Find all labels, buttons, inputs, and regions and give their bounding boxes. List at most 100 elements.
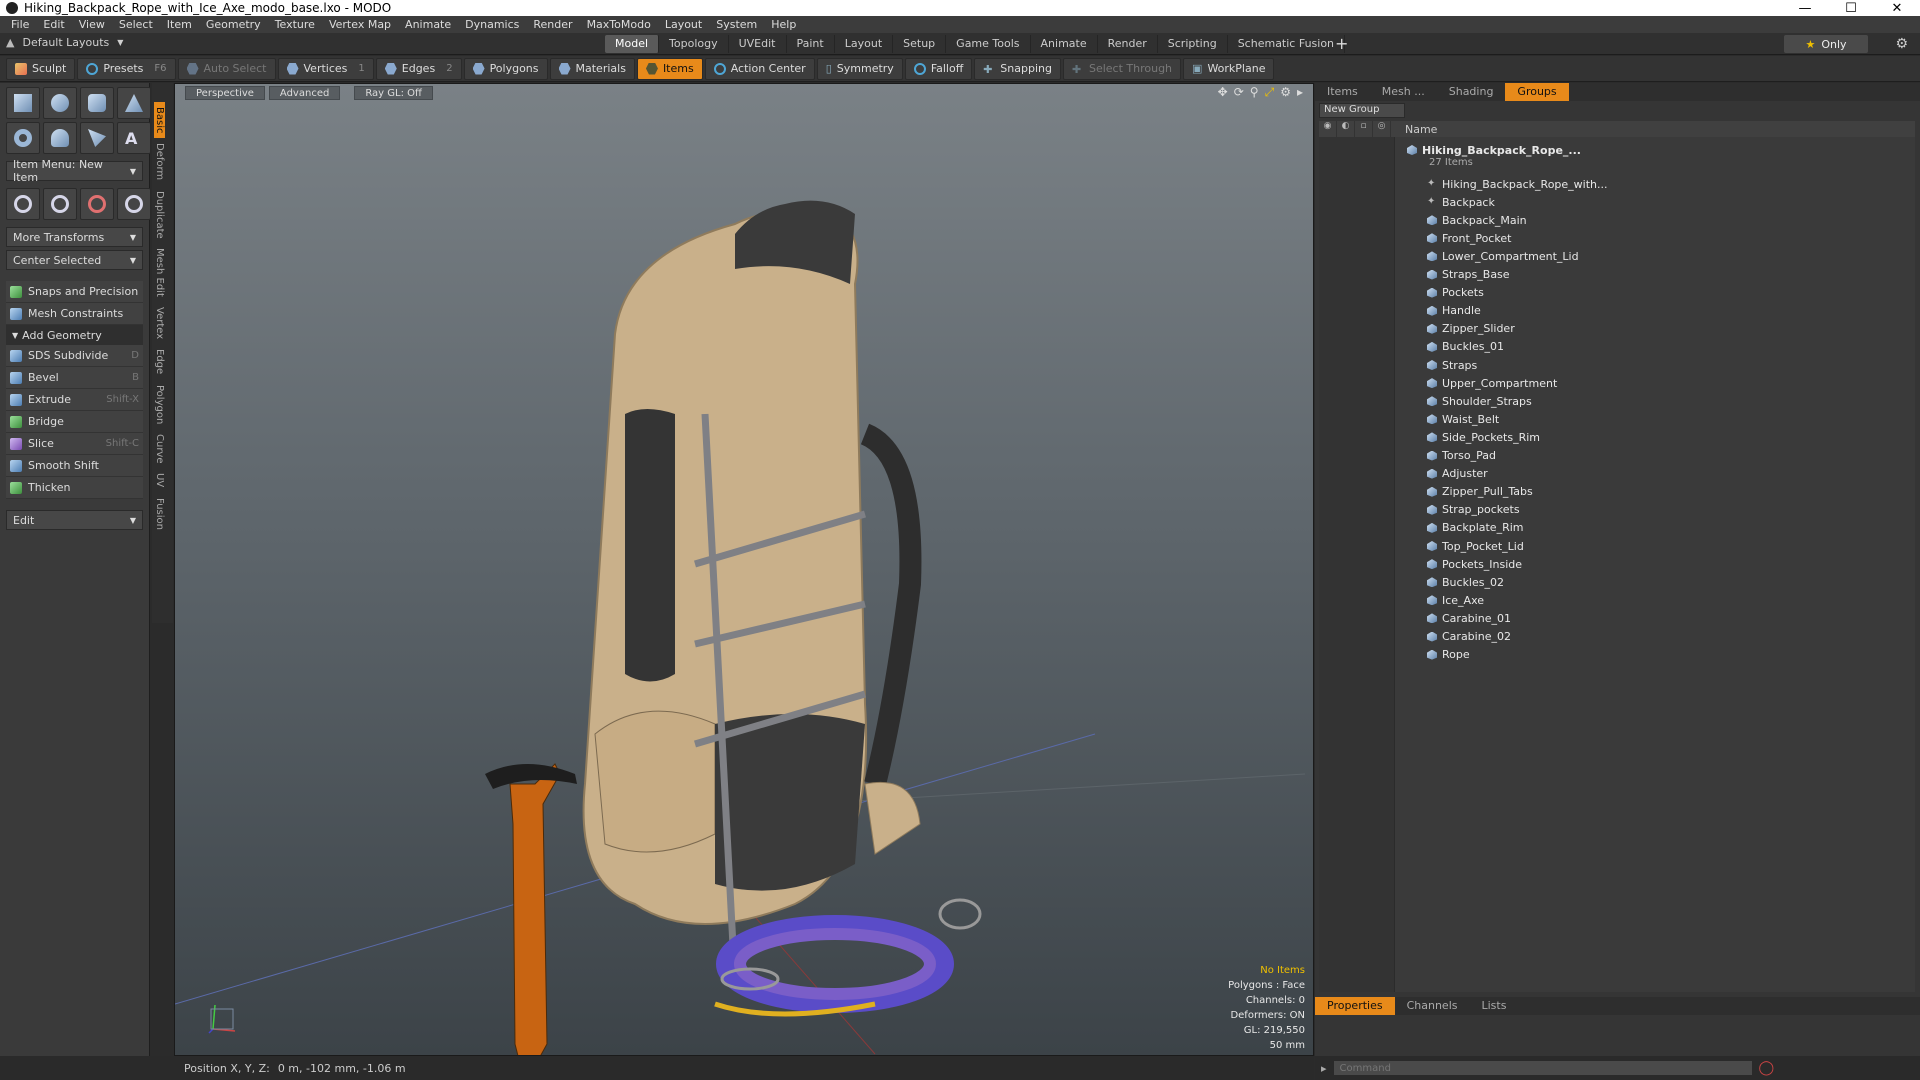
tree-item[interactable]: Buckles_02 [1427, 573, 1504, 591]
vertical-tab-edge[interactable]: Edge [154, 344, 165, 379]
new-group-button[interactable]: New Group [1319, 103, 1405, 118]
select-column-icon[interactable]: ◎ [1373, 121, 1391, 137]
move-tool-button[interactable] [6, 188, 40, 220]
menu-item-render[interactable]: Render [526, 18, 579, 31]
center-selected-dropdown[interactable]: Center Selected ▼ [6, 250, 143, 270]
edges-button[interactable]: Edges 2 [375, 57, 462, 80]
tree-item[interactable]: Adjuster [1427, 465, 1488, 483]
select-through-button[interactable]: ✚ Select Through [1062, 57, 1182, 80]
vertices-button[interactable]: Vertices 1 [277, 57, 374, 80]
tree-item[interactable]: Carabine_02 [1427, 628, 1511, 646]
tree-item[interactable]: Zipper_Slider [1427, 320, 1515, 338]
tree-item[interactable]: Torso_Pad [1427, 447, 1496, 465]
sphere-tool-button[interactable] [43, 87, 77, 119]
tree-item[interactable]: Top_Pocket_Lid [1427, 537, 1524, 555]
panel-tab-shading[interactable]: Shading [1437, 83, 1506, 101]
tree-item[interactable]: Backpack_Main [1427, 211, 1527, 229]
tab-layout[interactable]: Layout [835, 35, 894, 53]
auto-select-button[interactable]: Auto Select [177, 57, 276, 80]
tab-game-tools[interactable]: Game Tools [946, 35, 1031, 53]
vertical-tab-mesh-edit[interactable]: Mesh Edit [154, 243, 165, 302]
command-history-icon[interactable]: ◯ [1759, 1060, 1775, 1076]
symmetry-button[interactable]: ▯ Symmetry [816, 57, 903, 80]
tab-uvedit[interactable]: UVEdit [729, 35, 787, 53]
tab-schematic-fusion[interactable]: Schematic Fusion [1228, 35, 1346, 53]
menu-item-layout[interactable]: Layout [658, 18, 709, 31]
vertical-tab-deform[interactable]: Deform [154, 138, 165, 185]
menu-item-file[interactable]: File [4, 18, 36, 31]
add-geometry-header[interactable]: ▼ Add Geometry [6, 325, 143, 345]
sculpt-button[interactable]: Sculpt [6, 57, 76, 80]
tree-item[interactable]: Upper_Compartment [1427, 374, 1557, 392]
menu-item-item[interactable]: Item [160, 18, 199, 31]
tree-item[interactable]: Ice_Axe [1427, 591, 1484, 609]
command-input[interactable] [1332, 1060, 1753, 1076]
transform-tool-button[interactable] [117, 188, 151, 220]
tab-render[interactable]: Render [1098, 35, 1158, 53]
scale-tool-button[interactable] [80, 188, 114, 220]
layouts-dropdown[interactable]: ▲ Default Layouts ▼ [6, 36, 123, 49]
items-button[interactable]: Items [636, 57, 703, 80]
gear-icon[interactable]: ⚙ [1895, 36, 1908, 52]
materials-button[interactable]: Materials [549, 57, 635, 80]
rotate-tool-button[interactable] [43, 188, 77, 220]
menu-item-dynamics[interactable]: Dynamics [458, 18, 526, 31]
tree-item[interactable]: Lower_Compartment_Lid [1427, 247, 1579, 265]
tab-setup[interactable]: Setup [893, 35, 947, 53]
panel-tab-items[interactable]: Items [1315, 83, 1370, 101]
snaps-precision-button[interactable]: Snaps and Precision [6, 281, 143, 303]
tree-item[interactable]: Pockets [1427, 284, 1484, 302]
tool-sds-subdivide-button[interactable]: SDS Subdivide D [6, 345, 143, 367]
presets-button[interactable]: Presets F6 [77, 57, 176, 80]
add-tab-icon[interactable]: + [1335, 34, 1348, 53]
panel-tab-mesh-[interactable]: Mesh ... [1370, 83, 1437, 101]
vertical-tab-curve[interactable]: Curve [154, 429, 165, 469]
prop-tab-properties[interactable]: Properties [1315, 997, 1395, 1015]
tab-scripting[interactable]: Scripting [1158, 35, 1228, 53]
item-menu-dropdown[interactable]: Item Menu: New Item ▼ [6, 158, 143, 184]
tree-item[interactable]: Waist_Belt [1427, 410, 1499, 428]
mesh-constraints-button[interactable]: Mesh Constraints [6, 303, 143, 325]
panel-tab-groups[interactable]: Groups [1505, 83, 1569, 101]
vertical-tab-duplicate[interactable]: Duplicate [154, 186, 165, 244]
tree-item[interactable]: Handle [1427, 302, 1481, 320]
menu-item-edit[interactable]: Edit [36, 18, 71, 31]
tree-item[interactable]: Front_Pocket [1427, 229, 1511, 247]
tree-item[interactable]: Rope [1427, 646, 1470, 664]
polygons-button[interactable]: Polygons [463, 57, 548, 80]
menu-item-maxtomodo[interactable]: MaxToModo [580, 18, 658, 31]
menu-item-texture[interactable]: Texture [268, 18, 322, 31]
cylinder-tool-button[interactable] [80, 87, 114, 119]
tree-item[interactable]: Backplate_Rim [1427, 519, 1523, 537]
visibility-column-icon[interactable]: ◉ [1319, 121, 1337, 137]
only-button[interactable]: ★ Only [1784, 35, 1868, 53]
maximize-button[interactable]: ☐ [1828, 1, 1874, 16]
tree-item[interactable]: Pockets_Inside [1427, 555, 1522, 573]
tool-slice-button[interactable]: Slice Shift-C [6, 433, 143, 455]
cone-tool-button[interactable] [117, 87, 151, 119]
vertical-tab-vertex[interactable]: Vertex [154, 302, 165, 344]
minimize-button[interactable]: — [1782, 1, 1828, 16]
menu-item-vertex-map[interactable]: Vertex Map [322, 18, 398, 31]
edit-dropdown[interactable]: Edit ▼ [6, 510, 143, 530]
tool-bridge-button[interactable]: Bridge [6, 411, 143, 433]
render-column-icon[interactable]: ◐ [1337, 121, 1355, 137]
tree-item[interactable]: Strap_pockets [1427, 501, 1520, 519]
tree-item[interactable]: Shoulder_Straps [1427, 392, 1532, 410]
cube-tool-button[interactable] [6, 87, 40, 119]
tree-item[interactable]: Straps_Base [1427, 266, 1510, 284]
vertical-tab-polygon[interactable]: Polygon [154, 380, 165, 429]
tree-item[interactable]: Buckles_01 [1427, 338, 1504, 356]
snapping-button[interactable]: ✚ Snapping [974, 57, 1061, 80]
3d-viewport[interactable]: Perspective Advanced Ray GL: Off ✥ ⟳ ⚲ ⤢ ⚙… [174, 83, 1314, 1056]
text-tool-button[interactable]: A [117, 122, 151, 154]
menu-item-select[interactable]: Select [112, 18, 160, 31]
menu-item-system[interactable]: System [709, 18, 764, 31]
more-transforms-dropdown[interactable]: More Transforms ▼ [6, 227, 143, 247]
menu-item-geometry[interactable]: Geometry [199, 18, 268, 31]
torus-tool-button[interactable] [6, 122, 40, 154]
close-button[interactable]: ✕ [1874, 1, 1920, 16]
capsule-tool-button[interactable] [43, 122, 77, 154]
tab-model[interactable]: Model [605, 35, 660, 53]
vertical-tab-uv[interactable]: UV [154, 468, 165, 492]
